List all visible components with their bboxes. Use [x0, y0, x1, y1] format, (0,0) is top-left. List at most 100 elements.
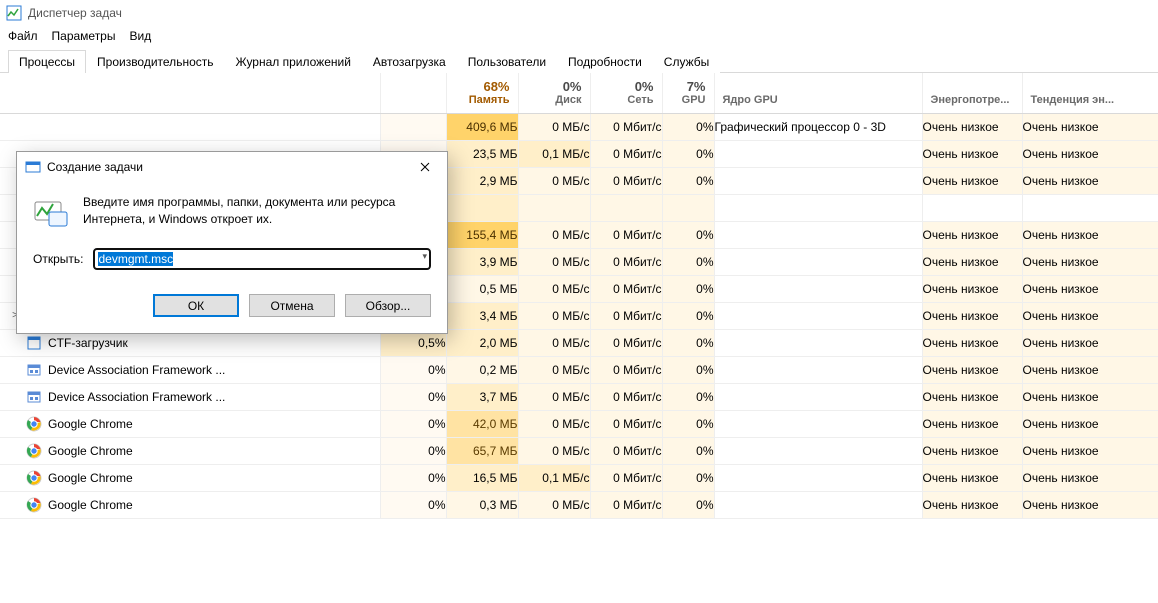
cell-gpu-core: [714, 410, 922, 437]
cell-disk: 0 МБ/с: [518, 356, 590, 383]
col-power[interactable]: Энергопотре...: [922, 73, 1022, 113]
cell-gpu-core: [714, 140, 922, 167]
process-name: Google Chrome: [48, 417, 133, 431]
dialog-titlebar[interactable]: Создание задачи: [17, 152, 447, 182]
col-gpu-core[interactable]: Ядро GPU: [714, 73, 922, 113]
menu-view[interactable]: Вид: [129, 29, 151, 43]
tab-app-history[interactable]: Журнал приложений: [225, 50, 362, 73]
process-name: Device Association Framework ...: [48, 390, 225, 404]
table-row[interactable]: Device Association Framework ...0%0,2 МБ…: [0, 356, 1158, 383]
process-icon: [26, 362, 42, 378]
cell-cpu: 0%: [380, 464, 446, 491]
table-row[interactable]: Google Chrome0%42,0 МБ0 МБ/с0 Мбит/с0%Оч…: [0, 410, 1158, 437]
cell-disk: 0 МБ/с: [518, 167, 590, 194]
cell-cpu: 0%: [380, 491, 446, 518]
open-combobox[interactable]: ▾: [93, 248, 431, 270]
cell-power: Очень низкое: [922, 464, 1022, 491]
cell-disk: 0 МБ/с: [518, 410, 590, 437]
cell-gpu: 0%: [662, 437, 714, 464]
taskmgr-icon: [6, 5, 22, 21]
cell-network: 0 Мбит/с: [590, 248, 662, 275]
cell-power: Очень низкое: [922, 491, 1022, 518]
open-input[interactable]: [93, 248, 431, 270]
cell-disk: 0 МБ/с: [518, 302, 590, 329]
cell-power: Очень низкое: [922, 329, 1022, 356]
col-disk[interactable]: 0% Диск: [518, 73, 590, 113]
cell-memory: 3,4 МБ: [446, 302, 518, 329]
cell-gpu: 0%: [662, 464, 714, 491]
cell-power-trend: Очень низкое: [1022, 464, 1158, 491]
cell-power-trend: Очень низкое: [1022, 437, 1158, 464]
col-name[interactable]: [0, 73, 380, 113]
cancel-button[interactable]: Отмена: [249, 294, 335, 317]
cell-power-trend: Очень низкое: [1022, 221, 1158, 248]
cell-gpu-core: [714, 383, 922, 410]
tab-performance[interactable]: Производительность: [86, 50, 224, 73]
cell-gpu: 0%: [662, 140, 714, 167]
col-cpu[interactable]: [380, 73, 446, 113]
process-name: CTF-загрузчик: [48, 336, 128, 350]
cell-power: Очень низкое: [922, 437, 1022, 464]
cell-disk: 0 МБ/с: [518, 491, 590, 518]
cell-network: 0 Мбит/с: [590, 329, 662, 356]
cell-disk: 0,1 МБ/с: [518, 140, 590, 167]
cell-power-trend: Очень низкое: [1022, 383, 1158, 410]
table-row[interactable]: 409,6 МБ0 МБ/с0 Мбит/с0%Графический проц…: [0, 113, 1158, 140]
table-row[interactable]: Google Chrome0%16,5 МБ0,1 МБ/с0 Мбит/с0%…: [0, 464, 1158, 491]
ok-button[interactable]: ОК: [153, 294, 239, 317]
cell-gpu: 0%: [662, 248, 714, 275]
cell-memory: 3,9 МБ: [446, 248, 518, 275]
tab-services[interactable]: Службы: [653, 50, 720, 73]
close-button[interactable]: [403, 152, 447, 182]
cell-gpu-core: [714, 248, 922, 275]
cell-power: Очень низкое: [922, 167, 1022, 194]
cell-memory: 2,9 МБ: [446, 167, 518, 194]
cell-power: Очень низкое: [922, 221, 1022, 248]
process-icon: [26, 443, 42, 459]
cell-network: 0 Мбит/с: [590, 167, 662, 194]
cell-memory: 16,5 МБ: [446, 464, 518, 491]
table-row[interactable]: Device Association Framework ...0%3,7 МБ…: [0, 383, 1158, 410]
run-icon: [33, 194, 69, 230]
menu-params[interactable]: Параметры: [52, 29, 116, 43]
cell-gpu-core: [714, 356, 922, 383]
cell-network: 0 Мбит/с: [590, 140, 662, 167]
cell-gpu: 0%: [662, 356, 714, 383]
menubar: Файл Параметры Вид: [0, 26, 1158, 46]
col-power-trend[interactable]: Тенденция эн...: [1022, 73, 1158, 113]
cell-network: 0 Мбит/с: [590, 437, 662, 464]
table-row[interactable]: Google Chrome0%65,7 МБ0 МБ/с0 Мбит/с0%Оч…: [0, 437, 1158, 464]
process-name: Google Chrome: [48, 471, 133, 485]
tab-users[interactable]: Пользователи: [457, 50, 557, 73]
process-icon: [26, 470, 42, 486]
cell-gpu-core: [714, 491, 922, 518]
titlebar: Диспетчер задач: [0, 0, 1158, 26]
cell-memory: 155,4 МБ: [446, 221, 518, 248]
table-row[interactable]: Google Chrome0%0,3 МБ0 МБ/с0 Мбит/с0%Оче…: [0, 491, 1158, 518]
cell-gpu-core: Графический процессор 0 - 3D: [714, 113, 922, 140]
tab-details[interactable]: Подробности: [557, 50, 653, 73]
cell-network: 0 Мбит/с: [590, 383, 662, 410]
menu-file[interactable]: Файл: [8, 29, 38, 43]
tab-processes[interactable]: Процессы: [8, 50, 86, 73]
cell-network: 0 Мбит/с: [590, 356, 662, 383]
cell-gpu-core: [714, 437, 922, 464]
cell-network: 0 Мбит/с: [590, 491, 662, 518]
tab-startup[interactable]: Автозагрузка: [362, 50, 457, 73]
cell-power-trend: Очень низкое: [1022, 140, 1158, 167]
cell-power-trend: Очень низкое: [1022, 248, 1158, 275]
cell-power-trend: Очень низкое: [1022, 167, 1158, 194]
cell-memory: 0,2 МБ: [446, 356, 518, 383]
cell-power: Очень низкое: [922, 410, 1022, 437]
browse-button[interactable]: Обзор...: [345, 294, 431, 317]
col-memory[interactable]: 68% Память: [446, 73, 518, 113]
col-gpu[interactable]: 7% GPU: [662, 73, 714, 113]
tabstrip: Процессы Производительность Журнал прило…: [0, 48, 1158, 73]
cell-gpu-core: [714, 464, 922, 491]
cell-gpu: 0%: [662, 302, 714, 329]
cell-disk: 0 МБ/с: [518, 329, 590, 356]
col-network[interactable]: 0% Сеть: [590, 73, 662, 113]
cell-gpu-core: [714, 167, 922, 194]
cell-disk: 0 МБ/с: [518, 437, 590, 464]
cell-cpu: [380, 113, 446, 140]
